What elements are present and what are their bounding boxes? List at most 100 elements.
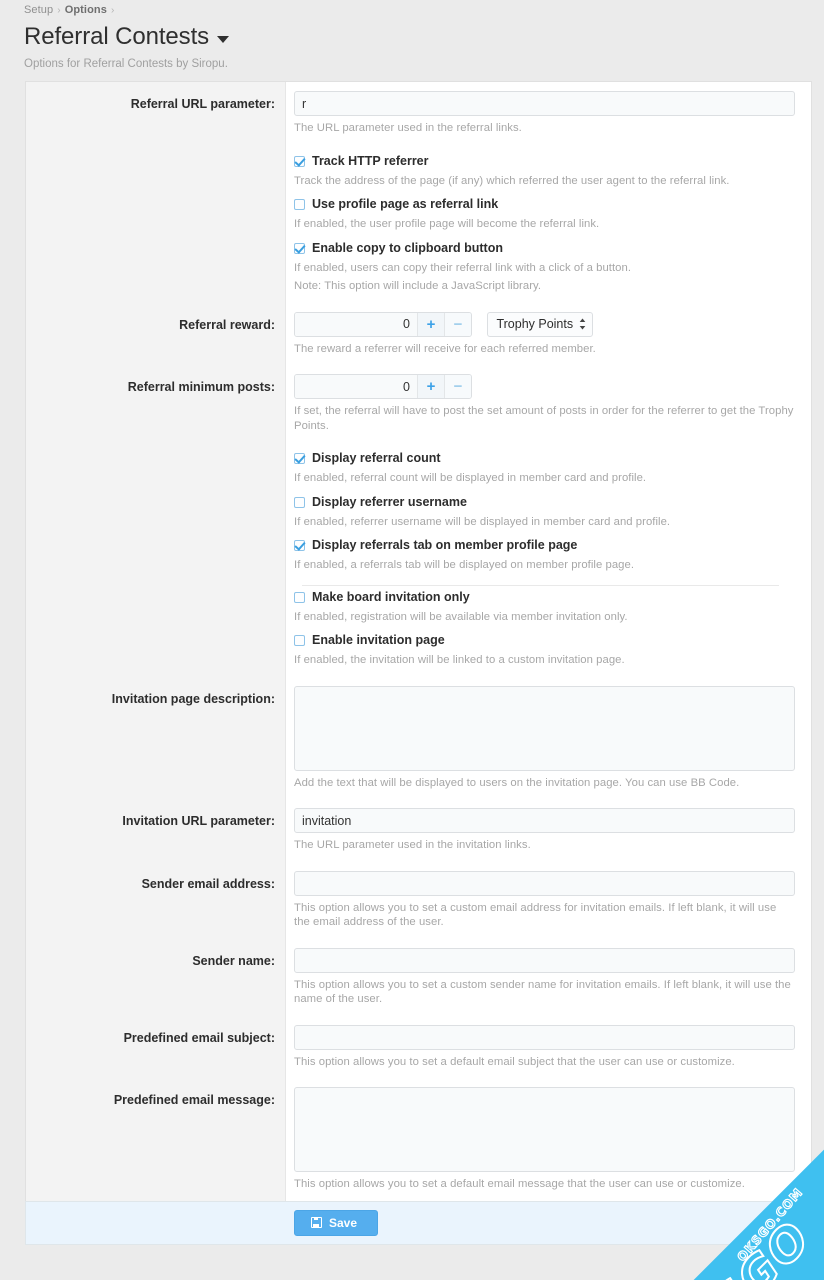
row-referral-reward: Referral reward: + − Trophy Points <box>26 302 811 365</box>
hint-display-referrals-tab: If enabled, a referrals tab will be disp… <box>294 559 635 571</box>
body-referral-reward: + − Trophy Points The reward a referrer … <box>286 302 811 365</box>
checkbox-item-display-referrals-tab[interactable]: Display referrals tab on member profile … <box>294 534 795 578</box>
checkbox-display-referrer-username[interactable] <box>294 496 305 508</box>
hint-copy-to-clipboard: If enabled, users can copy their referra… <box>294 261 632 274</box>
select-updown-icon <box>579 318 586 330</box>
label-referral-minimum-posts: Referral minimum posts: <box>26 365 286 442</box>
hint-make-board-invitation-only: If enabled, registration will be availab… <box>294 610 628 623</box>
label-spacer-1 <box>26 144 286 303</box>
hint-referral-minimum-posts: If set, the referral will have to post t… <box>294 405 794 432</box>
body-referral-minimum-posts: + − If set, the referral will have to po… <box>286 365 811 442</box>
hint-predefined-email-subject: This option allows you to set a default … <box>294 1055 735 1068</box>
invitation-page-description-textarea[interactable] <box>294 685 795 771</box>
page-root: Setup › Options › Referral Contests Options… <box>0 0 824 1280</box>
options-form: Referral URL parameter: The URL paramete… <box>25 81 812 1201</box>
checkbox-label-display-referral-count: Display referral count <box>312 451 441 465</box>
checkbox-display-referrals-tab[interactable] <box>294 540 305 551</box>
row-checkbox-group-1: Track HTTP referrer Track the address of… <box>26 144 811 303</box>
row-referral-url-parameter: Referral URL parameter: The URL paramete… <box>26 82 811 145</box>
page-title: Referral Contests <box>24 23 210 50</box>
row-checkbox-group-2: Display referral count If enabled, refer… <box>26 442 811 677</box>
checkbox-display-referral-count[interactable] <box>294 453 305 464</box>
checkbox-item-display-referrer-username[interactable]: Display referrer username If enabled, re… <box>294 491 795 535</box>
checkbox-copy-to-clipboard[interactable] <box>294 242 305 254</box>
referral-url-parameter-input[interactable] <box>294 91 795 116</box>
checkbox-label-display-referrals-tab: Display referrals tab on member profile … <box>312 538 578 552</box>
checkbox-label-display-referrer-username: Display referrer username <box>312 494 467 509</box>
checkbox-use-profile-page[interactable] <box>294 199 305 210</box>
checkbox-item-copy-to-clipboard[interactable]: Enable copy to clipboard button If enabl… <box>294 237 795 299</box>
label-invitation-url-parameter: Invitation URL parameter: <box>26 799 286 862</box>
caret-down-icon[interactable] <box>217 35 230 43</box>
page-title-row: Referral Contests <box>24 23 824 51</box>
hint-invitation-page-description: Add the text that will be displayed to u… <box>294 776 740 789</box>
floppy-disk-icon <box>311 1217 322 1228</box>
checkbox-item-display-referral-count[interactable]: Display referral count If enabled, refer… <box>294 448 795 491</box>
body-invitation-url-parameter: The URL parameter used in the invitation… <box>286 799 811 862</box>
label-sender-email-address: Sender email address: <box>26 861 286 939</box>
referral-minimum-posts-input[interactable] <box>295 375 417 398</box>
hint-display-referrer-username: If enabled, referrer username will be di… <box>294 515 671 528</box>
breadcrumb-separator-icon-2: › <box>110 5 115 16</box>
referral-reward-input[interactable] <box>295 312 417 336</box>
checkbox-make-board-invitation-only[interactable] <box>294 591 305 603</box>
hint-use-profile-page: If enabled, the user profile page will b… <box>294 218 600 230</box>
referral-reward-decrement-button[interactable]: − <box>444 312 471 336</box>
checkbox-item-use-profile-page[interactable]: Use profile page as referral link If ena… <box>294 193 795 237</box>
predefined-email-subject-input[interactable] <box>294 1024 795 1050</box>
breadcrumb-item-setup[interactable]: Setup <box>24 4 53 16</box>
body-predefined-email-message: This option allows you to set a default … <box>286 1078 811 1201</box>
checkbox-item-enable-invitation-page[interactable]: Enable invitation page If enabled, the i… <box>294 629 795 673</box>
label-invitation-page-description: Invitation page description: <box>26 676 286 799</box>
checkbox-label-make-board-invitation-only: Make board invitation only <box>312 589 470 604</box>
referral-reward-unit-value: Trophy Points <box>496 317 574 331</box>
hint-sender-email-address: This option allows you to set a custom e… <box>294 901 777 929</box>
checkbox-label-track-http-referrer: Track HTTP referrer <box>312 153 429 168</box>
save-button[interactable]: Save <box>294 1209 379 1236</box>
page-description: Options for Referral Contests by Siropu. <box>24 58 228 70</box>
hint-referral-reward: The reward a referrer will receive for e… <box>294 342 596 355</box>
referral-minimum-posts-increment-button[interactable]: + <box>417 375 444 398</box>
sender-email-address-input[interactable] <box>294 870 795 896</box>
body-predefined-email-subject: This option allows you to set a default … <box>286 1015 811 1078</box>
row-predefined-email-message: Predefined email message: This option al… <box>26 1078 811 1201</box>
referral-reward-increment-button[interactable]: + <box>417 312 444 336</box>
row-sender-name: Sender name: This option allows you to s… <box>26 938 811 1016</box>
page-header: Setup › Options › Referral Contests Options… <box>0 0 824 71</box>
hint-display-referral-count: If enabled, referral count will be displ… <box>294 472 647 484</box>
breadcrumb-item-options[interactable]: Options <box>65 4 107 16</box>
updown-arrows-svg <box>579 318 586 330</box>
save-button-label: Save <box>329 1215 358 1230</box>
checkbox-item-track-http-referrer[interactable]: Track HTTP referrer Track the address of… <box>294 151 795 194</box>
referral-reward-stepper[interactable]: + − <box>294 311 472 337</box>
hint-referral-url-parameter: The URL parameter used in the referral l… <box>294 122 522 134</box>
checkbox-enable-invitation-page[interactable] <box>294 635 305 646</box>
label-predefined-email-subject: Predefined email subject: <box>26 1015 286 1078</box>
sender-name-input[interactable] <box>294 947 795 973</box>
label-referral-url-parameter: Referral URL parameter: <box>26 82 286 145</box>
form-footer: Save <box>25 1200 812 1245</box>
hint2-copy-to-clipboard: Note: This option will include a JavaScr… <box>294 280 542 292</box>
checkbox-label-copy-to-clipboard: Enable copy to clipboard button <box>312 240 503 255</box>
row-referral-minimum-posts: Referral minimum posts: + − If set, the … <box>26 365 811 442</box>
row-invitation-page-description: Invitation page description: Add the tex… <box>26 676 811 799</box>
row-invitation-url-parameter: Invitation URL parameter: The URL parame… <box>26 799 811 862</box>
referral-minimum-posts-stepper[interactable]: + − <box>294 374 472 399</box>
invitation-url-parameter-input[interactable] <box>294 808 795 833</box>
body-sender-email-address: This option allows you to set a custom e… <box>286 861 811 939</box>
hint-enable-invitation-page: If enabled, the invitation will be linke… <box>294 654 625 666</box>
predefined-email-message-textarea[interactable] <box>294 1087 795 1172</box>
label-predefined-email-message: Predefined email message: <box>26 1078 286 1201</box>
referral-reward-unit-select[interactable]: Trophy Points <box>487 311 594 337</box>
checkbox-group-2: Display referral count If enabled, refer… <box>286 442 811 677</box>
breadcrumb: Setup › Options › <box>24 3 824 18</box>
hint-sender-name: This option allows you to set a custom s… <box>294 978 791 1006</box>
checkbox-track-http-referrer[interactable] <box>294 155 305 167</box>
row-predefined-email-subject: Predefined email subject: This option al… <box>26 1015 811 1078</box>
body-invitation-page-description: Add the text that will be displayed to u… <box>286 676 811 799</box>
label-sender-name: Sender name: <box>26 938 286 1016</box>
checkbox-item-make-board-invitation-only[interactable]: Make board invitation only If enabled, r… <box>294 586 795 630</box>
referral-minimum-posts-decrement-button[interactable]: − <box>444 375 471 398</box>
breadcrumb-separator-icon: › <box>57 5 61 16</box>
row-sender-email-address: Sender email address: This option allows… <box>26 861 811 939</box>
